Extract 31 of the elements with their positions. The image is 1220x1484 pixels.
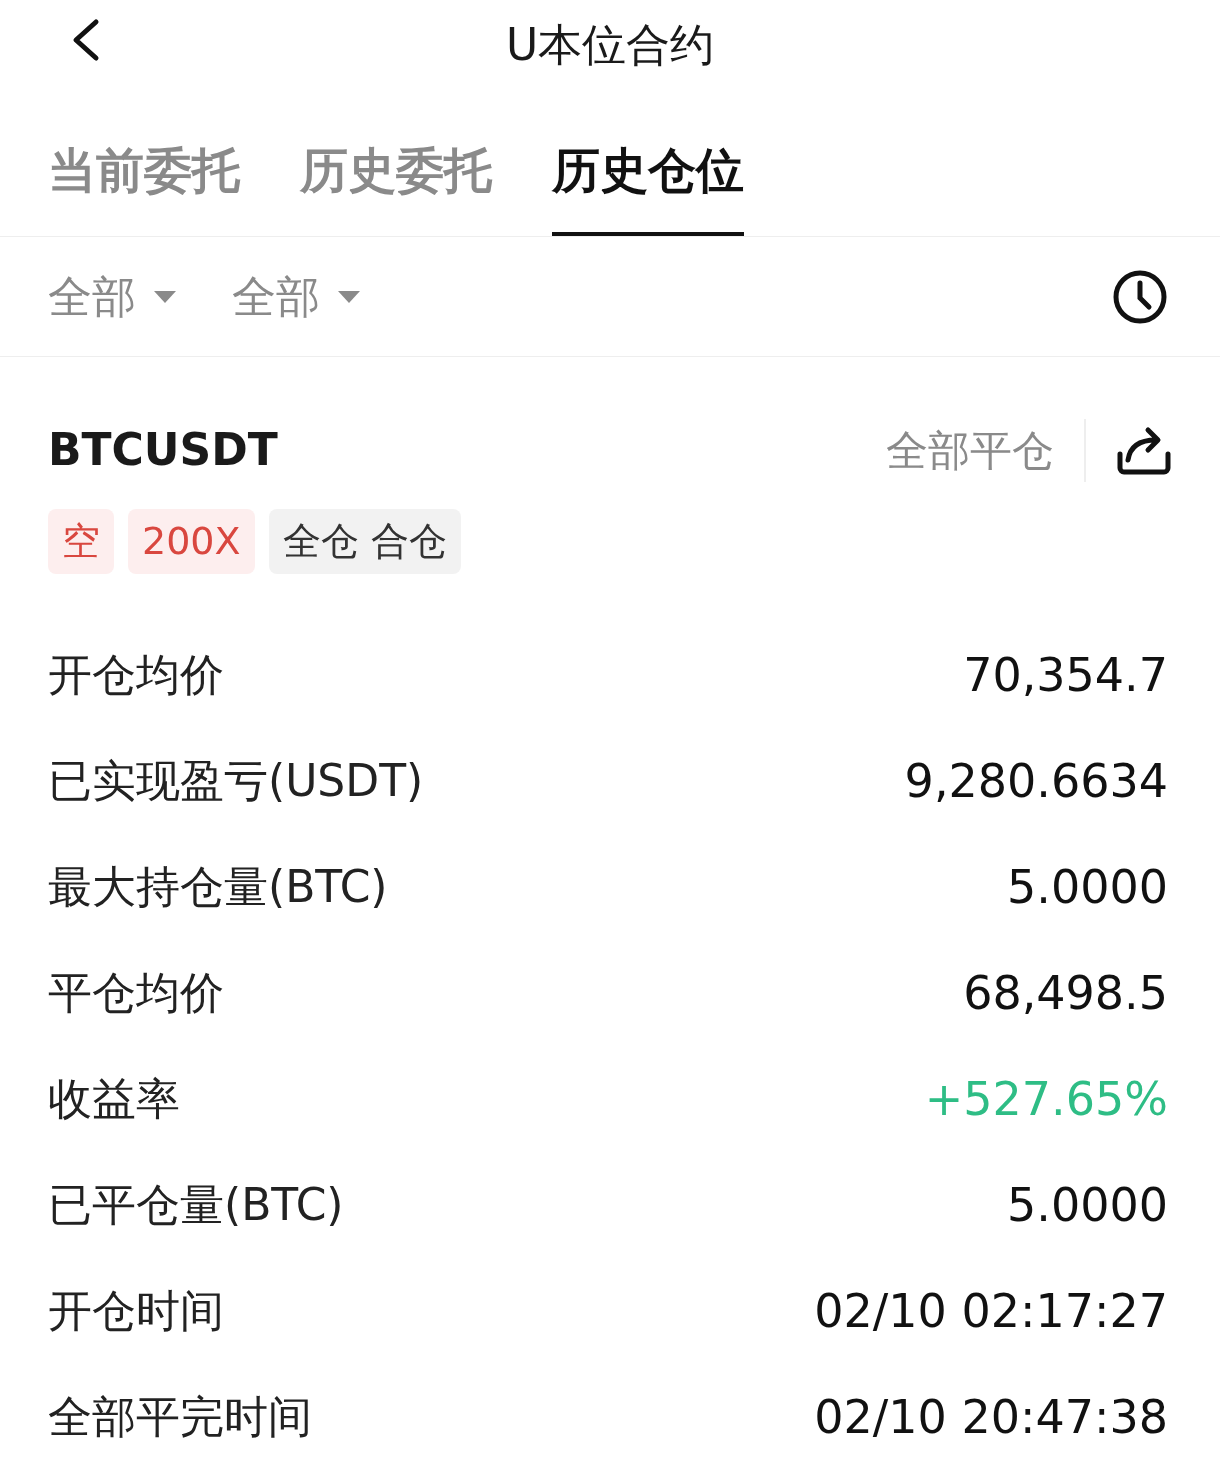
field-label: 全部平完时间 [48,1390,312,1444]
share-icon[interactable] [1116,424,1172,476]
field-label: 开仓时间 [48,1284,224,1338]
field-value: 70,354.7 [963,646,1168,704]
tag: 空 [48,509,114,574]
page-title: U本位合约 [505,18,715,72]
tab[interactable]: 历史仓位 [552,134,744,236]
field-value: 02/10 02:17:27 [814,1282,1168,1340]
field-value: 9,280.6634 [904,752,1168,810]
tab[interactable]: 当前委托 [48,134,240,236]
filter-dropdown[interactable]: 全部 [232,263,360,330]
close-all-button[interactable]: 全部平仓 [886,418,1086,482]
tab[interactable]: 历史委托 [300,134,492,236]
field-value: 5.0000 [1007,1176,1168,1234]
field-label: 收益率 [48,1072,180,1126]
caret-icon [338,290,360,303]
field-value: 02/10 20:47:38 [814,1388,1168,1446]
symbol-name: BTCUSDT [48,423,278,477]
field-value: 5.0000 [1007,858,1168,916]
field-label: 已实现盈亏(USDT) [48,754,424,808]
filter-dropdown[interactable]: 全部 [48,263,176,330]
tag: 200X [128,509,255,574]
tag: 全仓 合仓 [268,509,461,574]
field-label: 平仓均价 [48,966,224,1020]
field-label: 开仓均价 [48,648,224,702]
field-value: +527.65% [924,1070,1168,1128]
field-value: 68,498.5 [963,964,1168,1022]
field-label: 最大持仓量(BTC) [48,860,388,914]
field-label: 已平仓量(BTC) [48,1178,344,1232]
caret-icon [154,290,176,303]
clock-icon[interactable] [1112,268,1168,325]
